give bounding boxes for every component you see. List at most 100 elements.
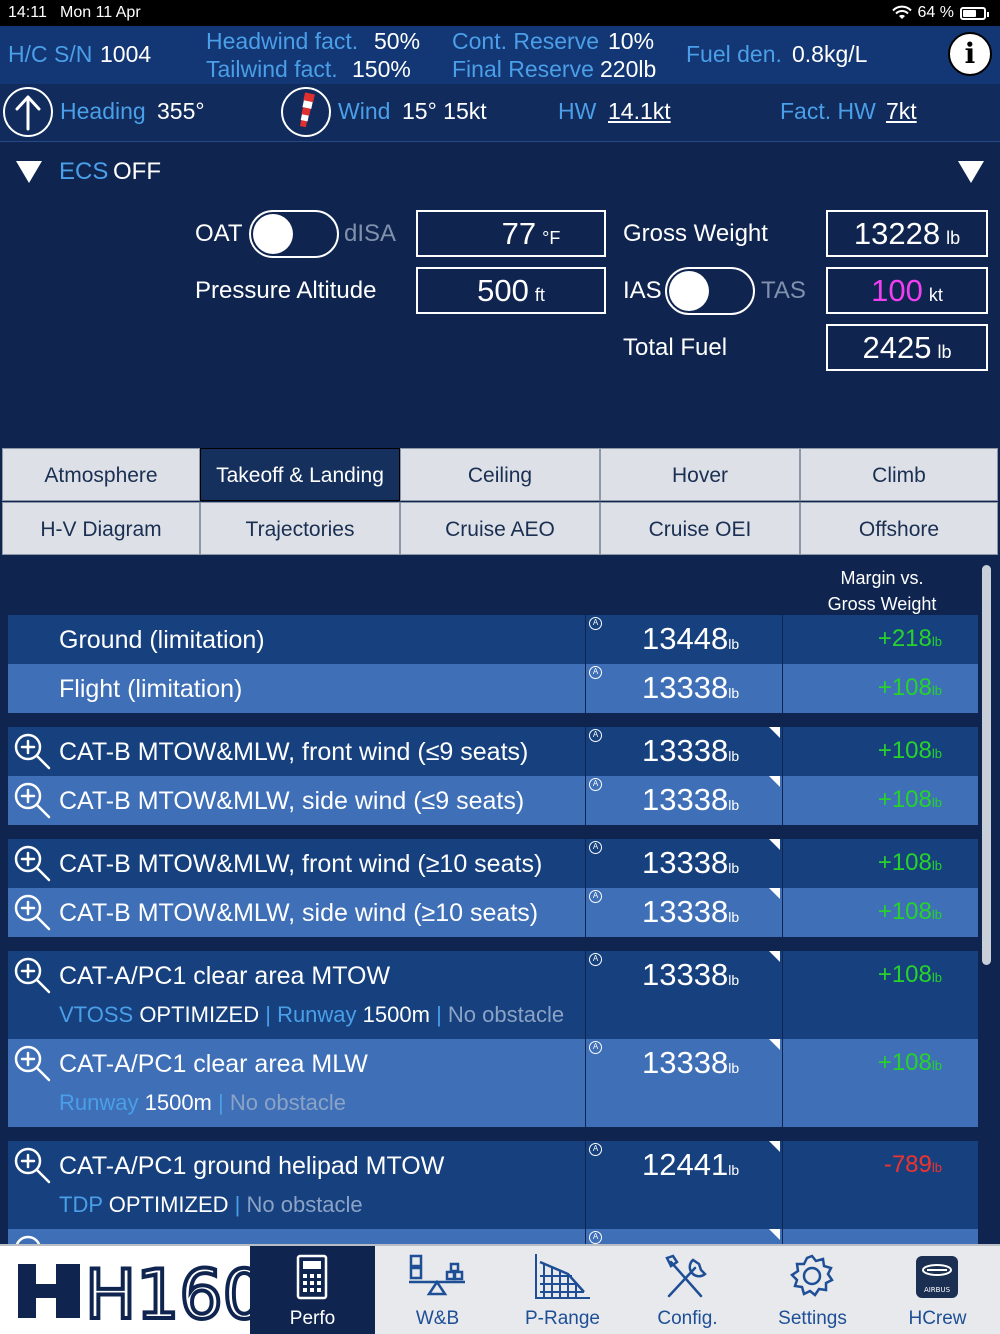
zoom-in-icon[interactable] [12,843,52,883]
detail-corner-icon [769,839,780,850]
detail-corner-icon [769,1229,780,1240]
tab-hover[interactable]: Hover [600,448,800,501]
temperature-unit: °F [542,228,561,248]
ecs-label: ECS [59,158,109,185]
tab-hv-diagram[interactable]: H-V Diagram [2,502,200,555]
nav-perfo[interactable]: Perfo [250,1246,375,1334]
row-value: 13338lb [642,1045,740,1080]
table-row[interactable]: A [8,1229,978,1244]
zoom-in-icon[interactable] [12,1043,52,1083]
detail-corner-icon [769,1141,780,1152]
row-value: 13338lb [642,894,740,929]
nav-settings[interactable]: Settings [750,1246,875,1334]
gross-weight-field[interactable]: 13228 lb [826,210,988,257]
nav-p-range[interactable]: P-Range [500,1246,625,1334]
gross-weight-label: Gross Weight [623,220,768,247]
tailwind-factor-value: 150% [352,56,411,82]
row-label: Flight (limitation) [59,675,243,703]
row-value: 13338lb [642,957,740,992]
table-row[interactable]: Flight (limitation) A 13338lb +108lb [8,664,978,713]
table-row[interactable]: CAT-A/PC1 ground helipad MTOW TDP OPTIMI… [8,1141,978,1229]
tab-climb[interactable]: Climb [800,448,998,501]
row-margin: +108lb [877,849,942,876]
config-summary-bar[interactable]: H/C S/N 1004 Headwind fact. 50% Tailwind… [0,26,1000,84]
table-row[interactable]: CAT-B MTOW&MLW, side wind (≤9 seats) A 13… [8,776,978,825]
detail-corner-icon [769,727,780,738]
heading-value: 355° [157,98,205,124]
airspeed-unit: kt [928,285,943,305]
tab-trajectories[interactable]: Trajectories [200,502,400,555]
cont-reserve-value: 10% [608,28,655,54]
zoom-in-icon[interactable] [12,955,52,995]
results-list[interactable]: Margin vs. Gross Weight Ground (limitati… [0,557,1000,1244]
ecs-value[interactable]: OFF [113,158,161,186]
airbus-text: AIRBUS [924,1286,951,1294]
total-fuel-value: 2425 [862,330,932,365]
toggle-knob [253,214,293,254]
detail-corner-icon [769,888,780,899]
nav-wb[interactable]: W&B [375,1246,500,1334]
zoom-in-icon[interactable] [12,731,52,771]
nav-label: HCrew [908,1308,967,1329]
ias-label: IAS [623,277,662,304]
zoom-in-icon[interactable] [12,1233,52,1244]
calculator-icon [296,1254,328,1300]
input-panel: ECS OFF OAT dISA 77 °F Pressure Altitude … [0,142,1000,447]
status-time: 14:11 [8,4,47,21]
scrollbar[interactable] [982,565,991,965]
row-margin: -789lb [883,1151,942,1178]
nav-config[interactable]: Config. [625,1246,750,1334]
tab-offshore[interactable]: Offshore [800,502,998,555]
pressure-altitude-field[interactable]: 500 ft [416,267,606,314]
headwind-factor-value: 50% [374,28,421,54]
info-button[interactable]: i [948,32,992,76]
ias-tas-toggle[interactable] [665,267,755,315]
oat-disa-toggle[interactable] [249,210,339,258]
zoom-in-icon[interactable] [12,780,52,820]
tab-cruise-aeo[interactable]: Cruise AEO [400,502,600,555]
tab-atmosphere[interactable]: Atmosphere [2,448,200,501]
battery-icon [960,6,989,20]
hc-sn-value: 1004 [100,41,152,67]
battery-percent: 64 % [917,4,954,21]
expand-triangle-icon[interactable] [958,161,984,183]
auto-icon: A [589,1041,602,1054]
wind-summary-bar[interactable]: Heading 355° Wind 15° 15kt HW 14.1kt Fac… [0,84,1000,142]
fact-hw-label: Fact. HW [780,98,876,124]
fact-hw-value[interactable]: 7kt [886,98,917,125]
table-row[interactable]: Ground (limitation) A 13448lb +218lb [8,615,978,664]
temperature-field[interactable]: 77 °F [416,210,606,257]
gross-weight-unit: lb [946,228,961,248]
nav-label: P-Range [525,1308,600,1329]
tab-takeoff-landing[interactable]: Takeoff & Landing [200,448,400,501]
row-value: 13338lb [642,670,740,705]
row-value: 13338lb [642,845,740,880]
row-margin: +108lb [877,737,942,764]
nav-label: Settings [778,1308,847,1329]
table-row[interactable]: CAT-B MTOW&MLW, side wind (≥10 seats) A 1… [8,888,978,937]
auto-icon: A [589,1231,602,1244]
nav-hcrew[interactable]: AIRBUS HCrew [875,1246,1000,1334]
tab-ceiling[interactable]: Ceiling [400,448,600,501]
row-label: CAT-A/PC1 clear area MLW [59,1050,368,1078]
row-label: CAT-B MTOW&MLW, front wind (≥10 seats) [59,850,543,878]
airspeed-value: 100 [871,273,923,308]
nav-label: W&B [415,1308,460,1329]
table-row[interactable]: CAT-B MTOW&MLW, front wind (≥10 seats) A… [8,839,978,888]
tab-cruise-oei[interactable]: Cruise OEI [600,502,800,555]
table-row[interactable]: CAT-B MTOW&MLW, front wind (≤9 seats) A 1… [8,727,978,776]
zoom-in-icon[interactable] [12,1145,52,1185]
airspeed-field[interactable]: 100 kt [826,267,988,314]
hw-value[interactable]: 14.1kt [608,98,671,125]
collapse-triangle-icon[interactable] [16,161,42,183]
row-value: 13338lb [642,733,740,768]
detail-corner-icon [769,1039,780,1050]
row-label: Ground (limitation) [59,626,265,654]
auto-icon: A [589,953,602,966]
airbus-hcrew-icon: AIRBUS [916,1256,958,1298]
table-row[interactable]: CAT-A/PC1 clear area MTOW VTOSS OPTIMIZE… [8,951,978,1039]
tools-icon [665,1254,707,1298]
table-row[interactable]: CAT-A/PC1 clear area MLW Runway 1500m | … [8,1039,978,1127]
zoom-in-icon[interactable] [12,892,52,932]
total-fuel-field[interactable]: 2425 lb [826,324,988,371]
